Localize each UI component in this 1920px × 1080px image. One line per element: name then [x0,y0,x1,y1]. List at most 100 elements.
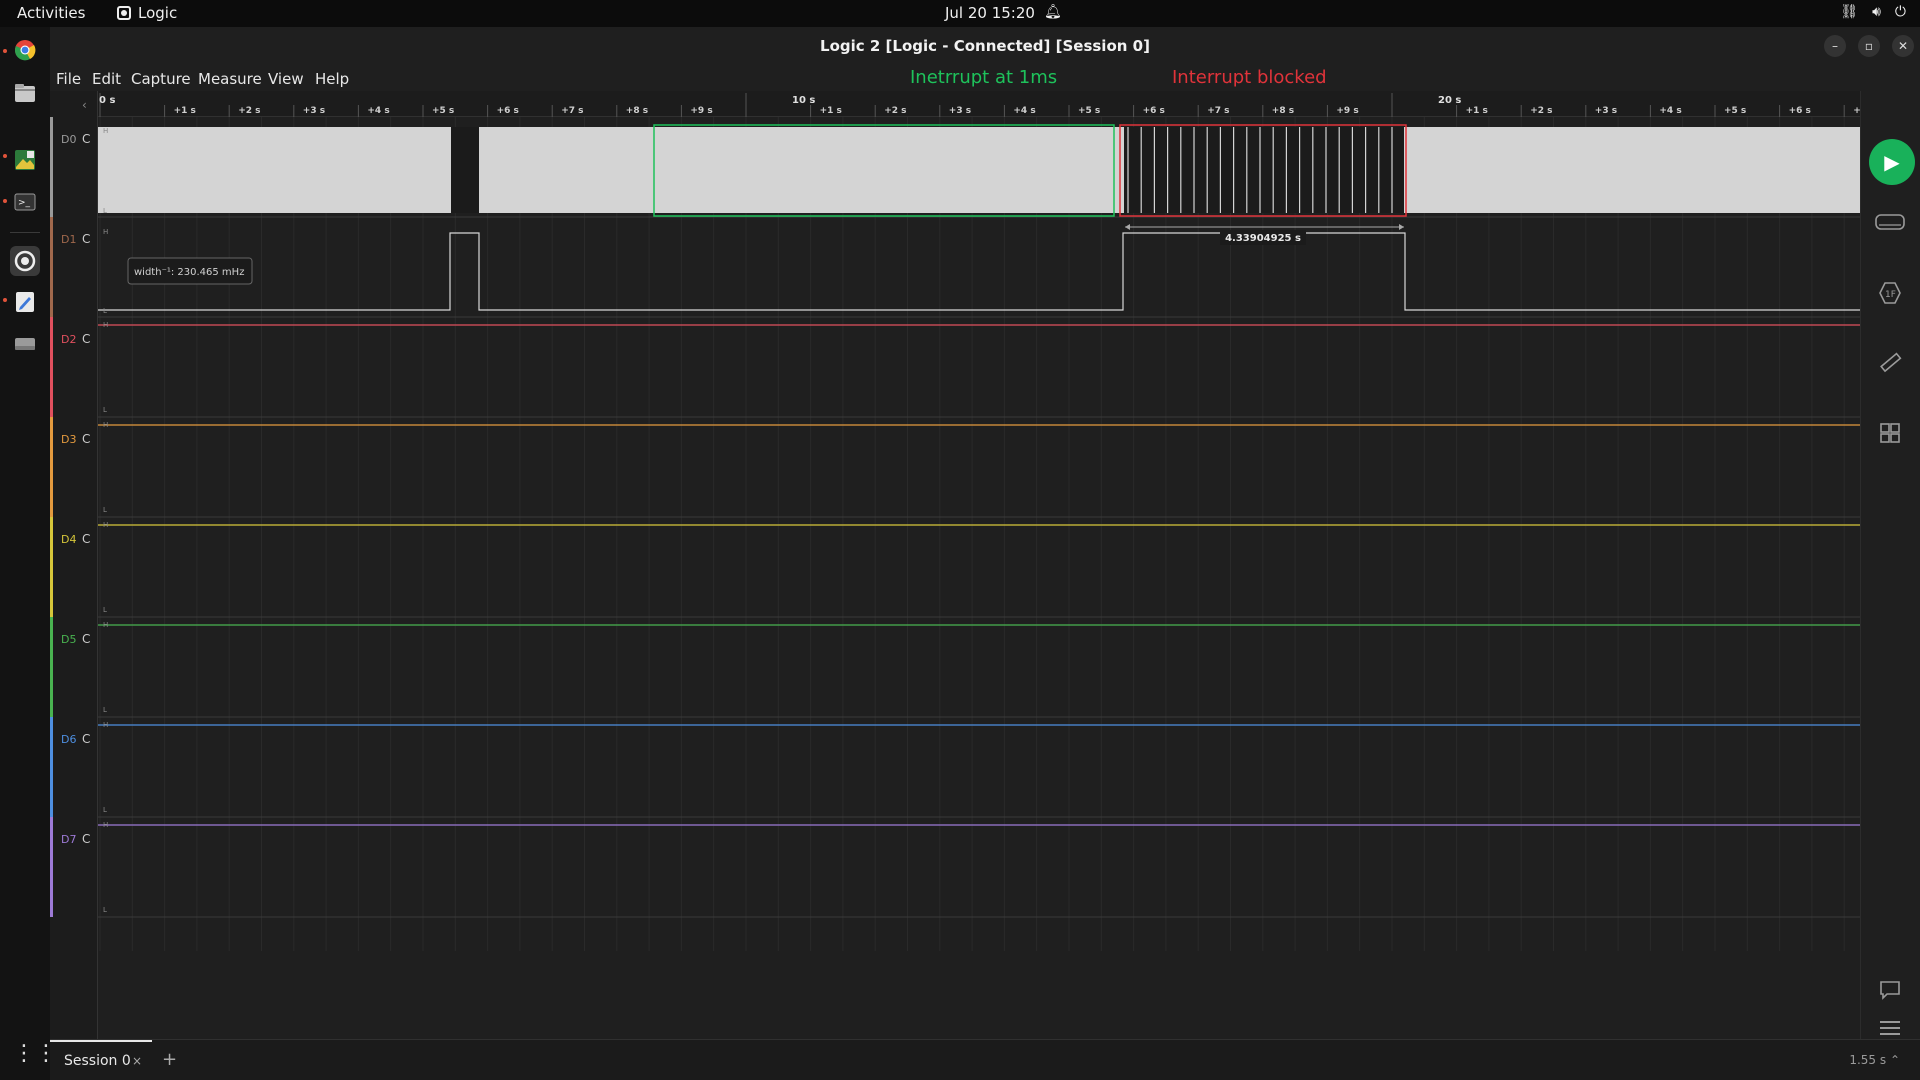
device-settings-icon[interactable] [1873,205,1907,239]
extensions-icon[interactable] [1873,416,1907,450]
channel-label-d7[interactable]: D7 C [50,817,98,917]
close-tab-icon[interactable]: × [132,1054,142,1068]
channel-mode[interactable]: C [82,532,90,546]
menu-measure[interactable]: Measure [198,70,262,88]
system-tray[interactable]: ⛓︎ 🔊︎ ⏻ [1840,4,1906,20]
channel-high-label: H [103,321,108,329]
d0-high-label: H [103,127,108,135]
chrome-icon[interactable] [10,35,40,65]
add-session-button[interactable]: + [162,1049,177,1070]
ruler-major-10s: 10 s [792,95,815,106]
channel-mode[interactable]: C [82,732,90,746]
power-icon[interactable]: ⏻ [1895,4,1906,20]
annotation-interrupt-at-1ms[interactable]: Inetrrupt at 1ms [910,67,1057,88]
ruler-minor-label: +3 s [303,106,325,116]
volume-icon[interactable]: 🔊︎ [1872,4,1881,20]
channel-mode[interactable]: C [82,432,90,446]
channel-high-label: H [103,521,108,529]
feedback-chat-icon[interactable] [1873,973,1907,1007]
tab-session-0[interactable]: Session 0 × [50,1040,152,1080]
ruler-minor-label: +8 s [1272,106,1294,116]
channel-mode[interactable]: C [82,232,90,246]
menu-file[interactable]: File [56,70,81,88]
d1-signal-line [98,232,1908,311]
d1-pulse-duration[interactable]: 4.33904925 s [1225,233,1301,244]
channel-label-d1[interactable]: D1 C [50,217,98,317]
menu-view[interactable]: View [268,70,304,88]
notification-bell-icon[interactable]: 🔔︎ [1044,4,1062,20]
channel-name: D1 [61,233,77,246]
menu-capture[interactable]: Capture [131,70,191,88]
ruler-minor-label: +2 s [1530,106,1552,116]
d0-low-label: L [103,207,107,215]
channel-label-d0[interactable]: D0 C [50,117,98,217]
running-indicator [3,298,7,302]
ruler-minor-label: +2 s [884,106,906,116]
session-tab-bar: Session 0 × + 1.55 s ⌃ [50,1039,1920,1080]
running-indicator [3,199,7,203]
time-ruler[interactable]: ‹ 0 s 10 s 20 s +1 s +2 s +3 s +4 s +5 s +6 s… [82,91,1910,117]
text-editor-icon[interactable] [10,287,40,317]
ruler-minor-label: +9 s [690,106,712,116]
channel-name: D5 [61,633,77,646]
channel-label-d6[interactable]: D6 C [50,717,98,817]
menu-help[interactable]: Help [315,70,349,88]
zoom-readout[interactable]: 1.55 s ⌃ [1849,1053,1900,1067]
ruler-minor-label: +4 s [1013,106,1035,116]
network-icon[interactable]: ⛓︎ [1840,4,1858,20]
activities-button[interactable]: Activities [17,4,85,22]
channel-label-d3[interactable]: D3 C [50,417,98,517]
image-editor-icon[interactable] [10,145,40,175]
channel-label-d5[interactable]: D5 C [50,617,98,717]
app-name: Logic [138,4,178,22]
waveform-area[interactable]: H L H L 4.33904925 s width⁻¹: 230.465 mH… [50,117,1910,951]
ruler-minor-label: +4 s [1659,106,1681,116]
channel-label-d2[interactable]: D2 C [50,317,98,417]
channel-high-label: H [103,721,108,729]
drive-icon[interactable] [10,329,40,359]
ruler-minor-label: +1 s [174,106,196,116]
running-indicator [3,49,7,53]
annotation-interrupt-blocked[interactable]: Interrupt blocked [1172,67,1327,88]
channel-low-label: L [103,706,107,714]
start-capture-button[interactable]: ▶ [1869,139,1915,185]
terminal-icon[interactable]: >_ [10,187,40,217]
logic-dock-icon[interactable] [10,246,40,276]
clock[interactable]: Jul 20 15:20 [945,4,1035,22]
ruler-minor-label: +5 s [1078,106,1100,116]
ruler-minor-label: +6 s [497,106,519,116]
channel-high-label: H [103,821,108,829]
channel-low-label: L [103,506,107,514]
maximize-button[interactable]: ▫ [1858,35,1880,57]
d0-high-region [98,127,1908,213]
title-bar: Logic 2 [Logic - Connected] [Session 0] … [50,27,1920,65]
channel-mode[interactable]: C [82,632,90,646]
channel-mode[interactable]: C [82,132,90,146]
d1-width-tooltip: width⁻¹: 230.465 mHz [134,267,244,278]
minimize-button[interactable]: – [1824,35,1846,57]
channel-high-label: H [103,421,108,429]
right-toolbar: ▶ 1F [1860,91,1920,1051]
channel-mode[interactable]: C [82,832,90,846]
analyzers-icon[interactable]: 1F [1873,276,1907,310]
scroll-left-icon[interactable]: ‹ [82,98,87,112]
channel-name: D6 [61,733,77,746]
channel-name: D2 [61,333,77,346]
measurements-ruler-icon[interactable] [1873,346,1907,380]
channel-low-label: L [103,406,107,414]
logic-window: Logic 2 [Logic - Connected] [Session 0] … [50,27,1920,1080]
menu-edit[interactable]: Edit [92,70,121,88]
app-menu[interactable]: Logic [117,4,177,22]
close-button[interactable]: ✕ [1892,35,1914,57]
channel-mode[interactable]: C [82,332,90,346]
channel-low-label: L [103,606,107,614]
ruler-minor-label: +3 s [949,106,971,116]
channel-name: D0 [61,133,77,146]
channel-name: D3 [61,433,77,446]
system-top-bar: Activities Logic Jul 20 15:20 🔔︎ ⛓︎ 🔊︎ ⏻ [0,0,1920,27]
files-icon[interactable] [10,78,40,108]
ruler-major-20s: 20 s [1438,95,1461,106]
channel-low-label: L [103,806,107,814]
svg-text:>_: >_ [18,198,31,208]
channel-label-d4[interactable]: D4 C [50,517,98,617]
